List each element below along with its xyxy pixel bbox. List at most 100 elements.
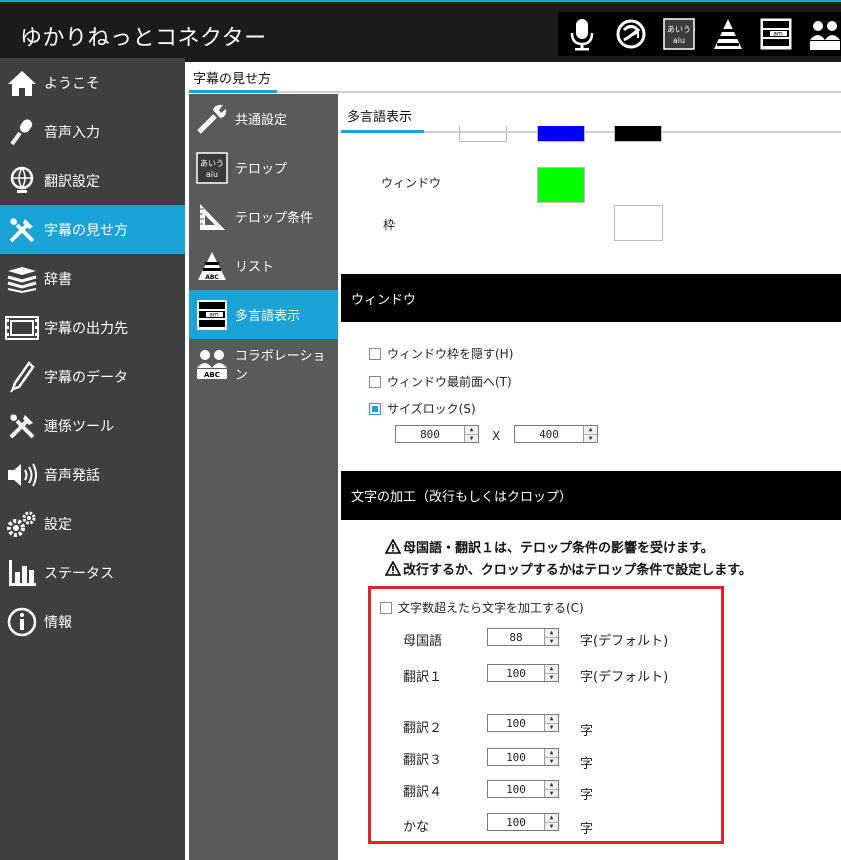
up-arrow-icon[interactable]: ▲: [545, 814, 558, 822]
size-lock-checkbox[interactable]: サイズロック(S): [369, 400, 476, 417]
sidebar-item-label: 設定: [44, 516, 72, 533]
limit-value[interactable]: 100: [488, 781, 544, 797]
limit-value[interactable]: 100: [488, 715, 544, 731]
checkbox-label: サイズロック(S): [387, 402, 476, 416]
limit-suffix: 字: [580, 788, 594, 803]
limit-value[interactable]: 100: [488, 814, 544, 830]
translate-icon[interactable]: [615, 16, 648, 52]
height-value[interactable]: 400: [515, 426, 583, 442]
tab-title: 多言語表示: [347, 110, 413, 125]
subnav-item-list[interactable]: ABC リスト: [189, 241, 338, 290]
sidebar-item-status[interactable]: ステータス: [0, 548, 185, 597]
multilang-icon[interactable]: am: [760, 16, 793, 52]
frame-color-swatch[interactable]: [614, 205, 663, 241]
sidebar-item-label: 字幕の出力先: [44, 320, 128, 337]
sidebar-item-label: 情報: [44, 614, 72, 631]
down-arrow-icon[interactable]: ▼: [545, 636, 558, 645]
limit-stepper-translation3[interactable]: 100 ▲ ▼: [487, 748, 559, 766]
limit-suffix: 字: [580, 724, 594, 739]
up-arrow-icon[interactable]: ▲: [584, 426, 597, 434]
subnav-item-multilang[interactable]: am 多言語表示: [189, 290, 338, 339]
limit-stepper-kana[interactable]: 100 ▲ ▼: [487, 813, 559, 831]
section-title: 字幕の見せ方: [193, 72, 272, 87]
up-arrow-icon[interactable]: ▲: [545, 749, 558, 757]
sidebar-item-data[interactable]: 字幕のデータ: [0, 352, 185, 401]
up-arrow-icon[interactable]: ▲: [545, 629, 558, 637]
list-icon[interactable]: [712, 16, 745, 52]
warning-line-2: 改行するか、クロップするかはテロップ条件で設定します。: [385, 559, 752, 578]
limit-value[interactable]: 100: [488, 665, 544, 681]
window-color-label: ウィンドウ: [381, 176, 442, 190]
down-arrow-icon[interactable]: ▼: [465, 433, 478, 442]
multilang-icon-text: am: [209, 311, 219, 318]
warning-icon: [385, 561, 401, 576]
subnav-item-label: 共通設定: [235, 113, 288, 128]
height-stepper[interactable]: 400 ▲ ▼: [514, 425, 598, 443]
checkbox-box[interactable]: [369, 375, 381, 388]
telop-icon[interactable]: あいう aiu: [663, 16, 696, 52]
topmost-checkbox[interactable]: ウィンドウ最前面へ(T): [369, 373, 512, 390]
sidebar-item-subtitle-display[interactable]: 字幕の見せ方: [0, 205, 185, 254]
sidebar-item-label: 音声入力: [44, 124, 100, 141]
sub-navigation: 共通設定 あいう aiu テロップ テロップ条件 ABC リスト am 多言語表示…: [189, 94, 338, 860]
down-arrow-icon[interactable]: ▼: [545, 672, 558, 681]
sidebar-item-label: ステータス: [44, 565, 114, 582]
sidebar-item-label: 字幕の見せ方: [44, 222, 128, 239]
limit-value[interactable]: 88: [488, 629, 544, 645]
checkbox-box[interactable]: [380, 601, 392, 614]
info-icon: [0, 597, 44, 646]
up-arrow-icon[interactable]: ▲: [545, 665, 558, 673]
main-sidebar: ようこそ 音声入力 翻訳設定 字幕の見せ方 辞書 字幕の出力先 字幕のデータ 連…: [0, 58, 185, 860]
text-section-header: 文字の加工（改行もしくはクロップ）: [341, 471, 841, 520]
checkbox-box[interactable]: [369, 402, 381, 415]
limit-value[interactable]: 100: [488, 749, 544, 765]
limit-label-translation4: 翻訳４: [403, 785, 443, 800]
width-value[interactable]: 800: [396, 426, 464, 442]
sidebar-item-info[interactable]: 情報: [0, 597, 185, 646]
limit-stepper-translation1[interactable]: 100 ▲ ▼: [487, 664, 559, 682]
checkbox-box[interactable]: [369, 347, 381, 360]
sidebar-item-dictionary[interactable]: 辞書: [0, 254, 185, 303]
color-swatch-black[interactable]: [614, 126, 662, 142]
down-arrow-icon[interactable]: ▼: [545, 722, 558, 731]
sidebar-item-voice-input[interactable]: 音声入力: [0, 107, 185, 156]
down-arrow-icon[interactable]: ▼: [545, 756, 558, 765]
process-text-checkbox[interactable]: 文字数超えたら文字を加工する(C): [380, 599, 584, 616]
subnav-item-collaboration[interactable]: ABC コラボレーション: [189, 339, 338, 388]
down-arrow-icon[interactable]: ▼: [584, 433, 597, 442]
width-stepper[interactable]: 800 ▲ ▼: [395, 425, 479, 443]
pen-icon: [0, 352, 44, 401]
subnav-item-label: テロップ: [235, 162, 288, 177]
sidebar-item-output[interactable]: 字幕の出力先: [0, 303, 185, 352]
down-arrow-icon[interactable]: ▼: [545, 788, 558, 797]
window-color-swatch[interactable]: [537, 167, 585, 203]
limit-suffix: 字(デフォルト): [580, 670, 669, 685]
limit-stepper-native[interactable]: 88 ▲ ▼: [487, 628, 559, 646]
microphone-icon[interactable]: [566, 16, 599, 52]
limit-stepper-translation4[interactable]: 100 ▲ ▼: [487, 780, 559, 798]
color-swatch-white[interactable]: [459, 126, 507, 142]
sidebar-item-welcome[interactable]: ようこそ: [0, 58, 185, 107]
limit-suffix: 字: [580, 757, 594, 772]
sidebar-item-tools[interactable]: 連係ツール: [0, 401, 185, 450]
subnav-item-telop-conditions[interactable]: テロップ条件: [189, 192, 338, 241]
up-arrow-icon[interactable]: ▲: [545, 781, 558, 789]
home-icon: [0, 58, 44, 107]
filmstrip-icon: [0, 303, 44, 352]
subnav-item-label: リスト: [235, 260, 275, 275]
hide-frame-checkbox[interactable]: ウィンドウ枠を隠す(H): [369, 345, 513, 362]
color-swatch-blue[interactable]: [537, 126, 585, 142]
warning-line-1: 母国語・翻訳１は、テロップ条件の影響を受けます。: [385, 537, 714, 556]
sidebar-item-settings[interactable]: 設定: [0, 499, 185, 548]
up-arrow-icon[interactable]: ▲: [465, 426, 478, 434]
telop-icon: あいう aiu: [189, 151, 235, 184]
subnav-item-common[interactable]: 共通設定: [189, 94, 338, 143]
limit-stepper-translation2[interactable]: 100 ▲ ▼: [487, 714, 559, 732]
sidebar-item-translation[interactable]: 翻訳設定: [0, 156, 185, 205]
subnav-item-telop[interactable]: あいう aiu テロップ: [189, 143, 338, 192]
collaboration-icon[interactable]: [809, 16, 841, 52]
telop-icon-bottom-text: aiu: [673, 36, 685, 45]
up-arrow-icon[interactable]: ▲: [545, 715, 558, 723]
sidebar-item-speech[interactable]: 音声発話: [0, 450, 185, 499]
down-arrow-icon[interactable]: ▼: [545, 821, 558, 830]
